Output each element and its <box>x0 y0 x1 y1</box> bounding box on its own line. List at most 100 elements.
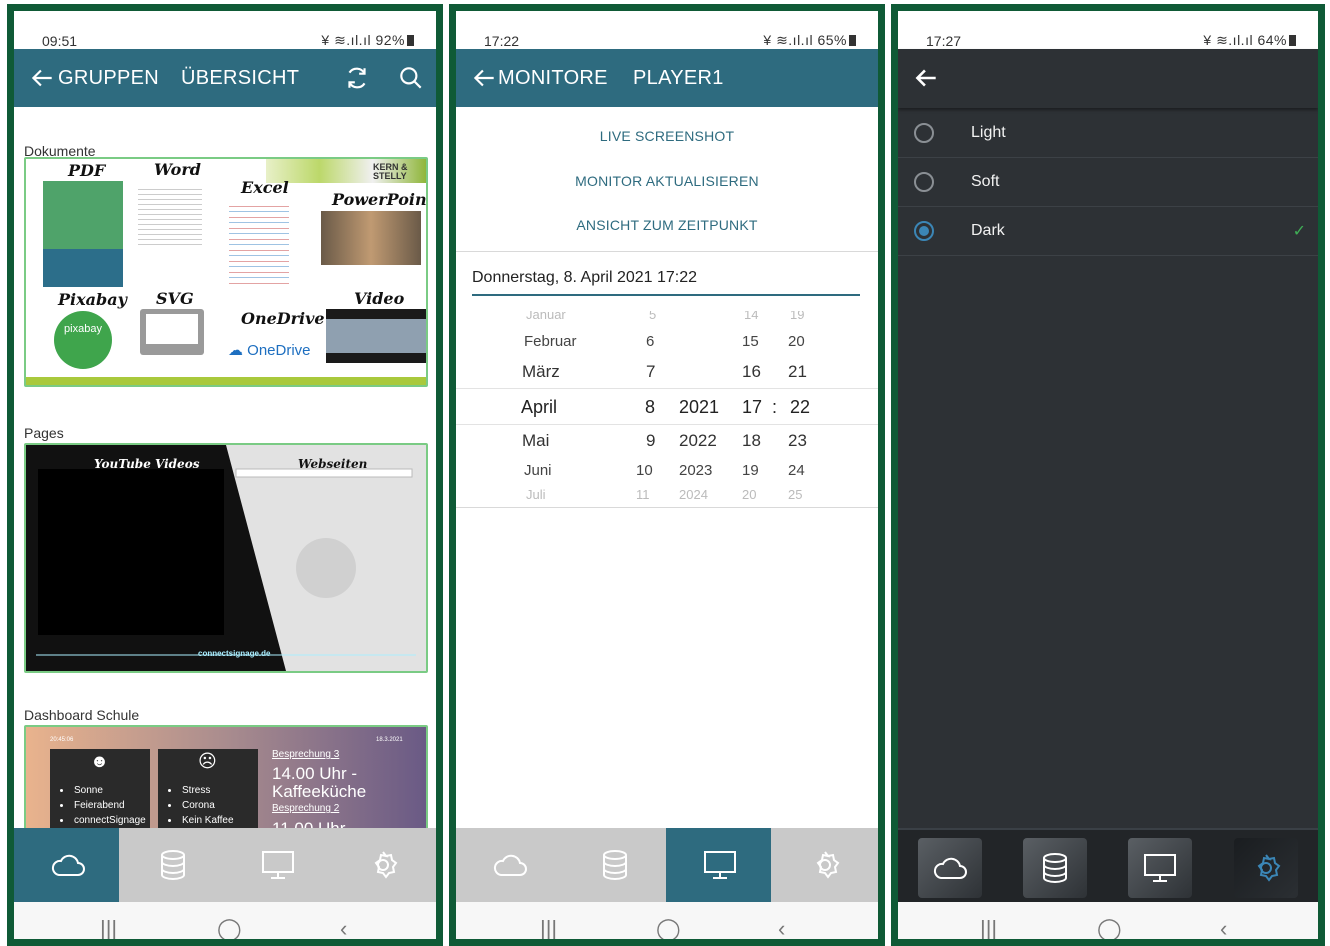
powerpoint-label: PowerPoint <box>332 190 428 209</box>
battery-level: 64% <box>1257 32 1287 48</box>
recents-button[interactable]: ||| <box>100 916 117 939</box>
database-icon <box>161 850 185 881</box>
home-button[interactable]: ◯ <box>217 916 242 939</box>
status-icons: ¥ ≋.ıl.ıl 65% <box>763 32 856 49</box>
arrow-left-icon[interactable] <box>912 64 940 92</box>
meeting3-label: Besprechung 3 <box>272 749 340 760</box>
battery-level: 92% <box>375 32 405 48</box>
signal-icon: ¥ ≋.ıl.ıl <box>321 32 376 48</box>
tab-database[interactable] <box>561 828 666 902</box>
database-icon <box>1043 853 1067 884</box>
refresh-icon[interactable] <box>343 64 371 92</box>
video-thumbnail <box>326 309 426 363</box>
excel-thumbnail <box>229 201 289 285</box>
picker-row: Mai 9 2022 18 23 <box>522 431 807 450</box>
theme-label: Soft <box>971 173 1000 190</box>
tab-settings[interactable] <box>329 828 434 902</box>
status-icons: ¥ ≋.ıl.ıl 92% <box>321 32 414 49</box>
signal-icon: ¥ ≋.ıl.ıl <box>1203 32 1258 48</box>
radio-button[interactable] <box>914 172 934 192</box>
phone-player: 17:22 ¥ ≋.ıl.ıl 65% MONITORE PLAYER1 LIV… <box>449 4 885 946</box>
theme-option-dark[interactable]: Dark ✓ <box>898 207 1318 256</box>
happy-face-icon: ☻ <box>90 751 109 771</box>
dash-panel-sad: ☹ Stress Corona Kein Kaffee <box>158 749 258 833</box>
divider <box>456 507 878 508</box>
battery-level: 65% <box>817 32 847 48</box>
group-card-documents[interactable]: PDF Word KERN & STELLY Excel PowerPoint … <box>24 157 428 387</box>
date-input-underline <box>472 294 860 296</box>
tab-cloud[interactable] <box>14 828 119 902</box>
onedrive-label: OneDrive <box>241 309 325 328</box>
refresh-monitor-button[interactable]: MONITOR AKTUALISIEREN <box>456 173 878 189</box>
tab-settings[interactable] <box>1234 838 1298 898</box>
theme-option-soft[interactable]: Soft <box>898 158 1318 207</box>
arrow-left-icon[interactable] <box>28 64 56 92</box>
word-label: Word <box>154 160 201 179</box>
tab-monitor[interactable] <box>224 828 329 902</box>
dash-date: 18.3.2021 <box>376 737 403 743</box>
phone-overview: 09:51 ¥ ≋.ıl.ıl 92% GRUPPEN ÜBERSICHT Do… <box>7 4 443 946</box>
cloud-icon <box>51 854 85 876</box>
tab-database[interactable] <box>119 828 224 902</box>
view-at-time-button[interactable]: ANSICHT ZUM ZEITPUNKT <box>456 217 878 233</box>
bottom-tab-bar <box>898 828 1318 902</box>
status-time: 17:22 <box>484 33 520 49</box>
pdf-thumbnail <box>43 181 123 287</box>
theme-option-light[interactable]: Light <box>898 109 1318 158</box>
section-label-dashboard: Dashboard Schule <box>24 707 140 723</box>
back-button[interactable]: ‹ <box>340 916 347 939</box>
recents-button[interactable]: ||| <box>540 916 557 939</box>
cloud-icon <box>493 854 527 876</box>
group-card-dashboard[interactable]: 20:45:06 18.3.2021 ☻ Sonne Feierabend co… <box>24 725 428 835</box>
tab-cloud[interactable] <box>918 838 982 898</box>
section-label-pages: Pages <box>24 425 64 441</box>
gear-icon <box>374 851 398 879</box>
back-button[interactable]: ‹ <box>778 916 785 939</box>
battery-icon <box>407 35 414 46</box>
pixabay-label: Pixabay <box>58 290 127 309</box>
tab-monitor[interactable] <box>1128 838 1192 898</box>
gear-icon <box>816 851 840 879</box>
system-nav-bar: ||| ◯ ‹ <box>14 902 436 939</box>
system-nav-bar: ||| ◯ ‹ <box>898 902 1318 939</box>
radio-button-selected[interactable] <box>914 221 934 241</box>
app-bar <box>898 49 1318 108</box>
app-bar: MONITORE PLAYER1 <box>456 49 878 107</box>
database-icon <box>603 850 627 881</box>
svg-label: SVG <box>156 289 194 308</box>
bottom-tab-bar <box>14 828 436 902</box>
status-icons: ¥ ≋.ıl.ıl 64% <box>1203 32 1296 49</box>
group-card-pages[interactable]: YouTube Videos Webseiten connectsignage.… <box>24 443 428 673</box>
meeting2-label: Besprechung 2 <box>272 803 340 814</box>
battery-icon <box>849 35 856 46</box>
home-button[interactable]: ◯ <box>1097 916 1122 939</box>
back-to-groups[interactable]: GRUPPEN <box>58 67 159 90</box>
arrow-left-icon[interactable] <box>470 64 498 92</box>
onedrive-logo: ☁ OneDrive <box>228 342 311 359</box>
picker-row: Juli 11 2024 20 25 <box>526 487 803 499</box>
monitor-icon <box>262 851 294 879</box>
date-input[interactable]: Donnerstag, 8. April 2021 17:22 <box>472 269 697 287</box>
excel-label: Excel <box>241 178 289 197</box>
battery-icon <box>1289 35 1296 46</box>
live-screenshot-button[interactable]: LIVE SCREENSHOT <box>456 128 878 144</box>
pdf-label: PDF <box>68 161 106 180</box>
search-icon[interactable] <box>397 64 425 92</box>
sad-face-icon: ☹ <box>198 751 217 771</box>
home-button[interactable]: ◯ <box>656 916 681 939</box>
pages-footer: connectsignage.de <box>198 649 271 658</box>
webseiten-label: Webseiten <box>298 457 368 471</box>
back-to-monitors[interactable]: MONITORE <box>498 67 608 90</box>
system-nav-bar: ||| ◯ ‹ <box>456 902 878 939</box>
cloud-icon <box>933 857 967 879</box>
back-button[interactable]: ‹ <box>1220 916 1227 939</box>
tab-monitor[interactable] <box>666 828 771 902</box>
brand-logo: KERN & STELLY <box>373 162 408 181</box>
recents-button[interactable]: ||| <box>980 916 997 939</box>
tab-settings[interactable] <box>771 828 876 902</box>
tab-cloud[interactable] <box>456 828 561 902</box>
status-bar: 09:51 ¥ ≋.ıl.ıl 92% <box>14 11 436 49</box>
tab-database[interactable] <box>1023 838 1087 898</box>
radio-button[interactable] <box>914 123 934 143</box>
card-strip <box>26 377 426 385</box>
